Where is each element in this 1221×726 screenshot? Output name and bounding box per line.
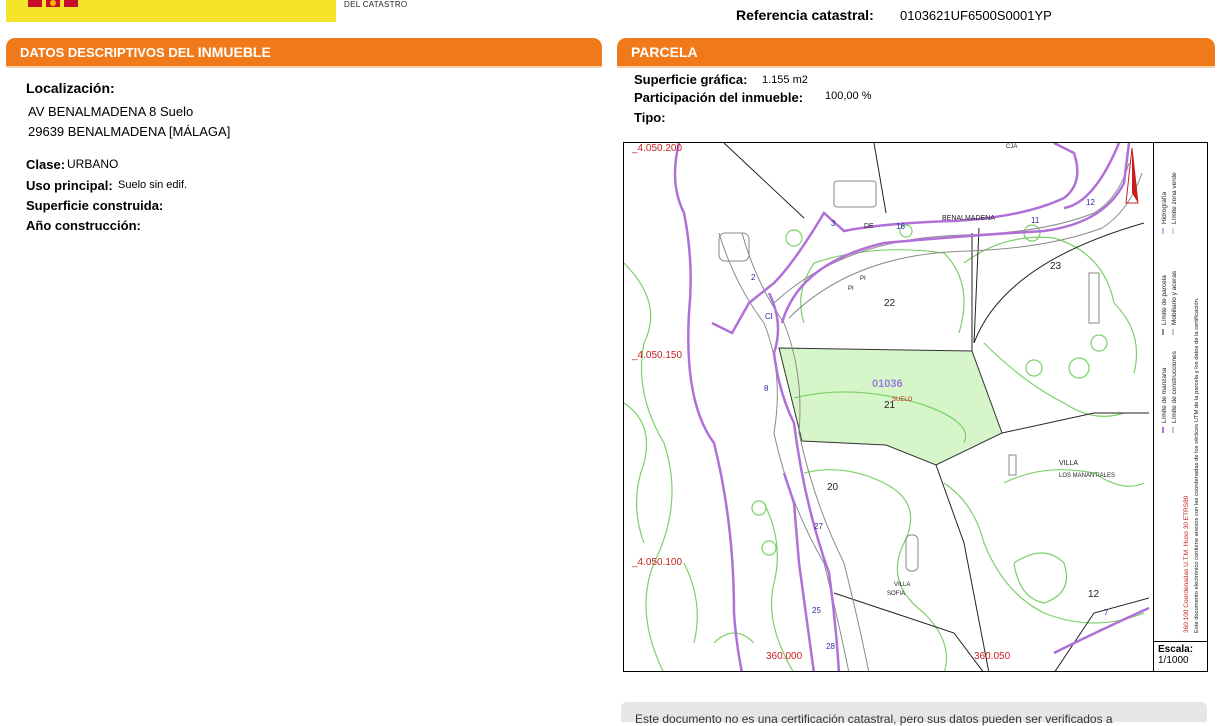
num-8: 8 (764, 384, 769, 393)
inmueble-divider (6, 66, 602, 68)
localizacion-label: Localización: (26, 80, 115, 96)
inmueble-title-prefix: DATOS DESCRIPTIVOS DEL (20, 45, 198, 60)
num-2: 2 (751, 273, 756, 282)
pi-label-2: PI (848, 286, 854, 292)
num-cl: Cl (765, 312, 773, 321)
coord-x1: 360.000 (766, 651, 803, 662)
green-zone-lines (624, 224, 1145, 671)
legend-parcela: Límite de parcela (1161, 275, 1168, 325)
legend-manzana: Límite de manzana (1161, 367, 1168, 423)
legend-construcciones: Límite de construcciones (1171, 350, 1178, 423)
parcela-title: PARCELA (631, 44, 698, 60)
villa-name: LOS MANANTIALES (1059, 473, 1115, 479)
certification-text: Este documento no es una certificación c… (635, 712, 1113, 726)
plot-12: 12 (1088, 589, 1100, 600)
legend-doc-note: Este documento electrónico contiene anex… (1194, 297, 1200, 633)
num-27: 27 (814, 522, 823, 531)
pi-label-1: PI (860, 276, 866, 282)
legend-hidrografia: Hidrografía (1161, 191, 1168, 224)
street-de: DE (864, 223, 874, 230)
num-28: 28 (826, 642, 835, 651)
superficie-grafica-value: 1.155 m2 (762, 74, 808, 86)
inmueble-section-header: DATOS DESCRIPTIVOS DEL INMUEBLE (6, 38, 602, 66)
map-scale: Escala: 1/1000 (1153, 641, 1207, 671)
tipo-label: Tipo: (634, 110, 666, 125)
scale-label: Escala: (1158, 644, 1194, 655)
num-11: 11 (1031, 216, 1040, 225)
num-7: 7 (1104, 608, 1109, 617)
villa-label: VILLA (1059, 460, 1078, 467)
num-3: 3 (831, 219, 836, 228)
legend-coord-note: 360.100 Coordenadas U.T.M. Huso 30 ETRS8… (1183, 495, 1190, 633)
clase-label: Clase: (26, 157, 66, 172)
cadastral-map[interactable]: _4.050.200 _4.050.150 _4.050.100 360.000… (623, 142, 1208, 672)
uso-principal-value: Suelo sin edif. (118, 179, 188, 191)
coat-of-arms-icon (28, 0, 78, 7)
coord-y3: _4.050.100 (631, 557, 682, 568)
legend-mobiliario: Mobiliario y aceras (1171, 270, 1178, 325)
villa2-name: SOFIA (887, 591, 905, 597)
plot-22: 22 (884, 298, 896, 309)
num-16: 16 (896, 222, 905, 231)
superficie-grafica-label: Superficie gráfica: (634, 72, 748, 87)
ref-catastral-label: Referencia catastral: (736, 7, 874, 23)
address-line-2: 29639 BENALMADENA [MÁLAGA] (28, 124, 231, 139)
inmueble-title-strong: INMUEBLE (197, 44, 271, 60)
parcel-ref-label: 01036 (872, 378, 903, 390)
uso-principal-label: Uso principal: (26, 178, 113, 193)
parcela-section-header: PARCELA (617, 38, 1215, 66)
plot-20: 20 (827, 482, 839, 493)
coord-y2: _4.050.150 (631, 350, 682, 361)
scale-value: 1/1000 (1158, 655, 1189, 666)
plot-23: 23 (1050, 261, 1062, 272)
participacion-label: Participación del inmueble: (634, 90, 804, 105)
anio-construccion-label: Año construcción: (26, 218, 141, 233)
coord-x2: 360.050 (974, 651, 1011, 662)
spanish-government-logo (6, 0, 336, 22)
street-top: CJA (1006, 144, 1017, 150)
ref-catastral-value: 0103621UF6500S0001YP (900, 8, 1052, 23)
villa2-label: VILLA (894, 582, 910, 588)
address-line-1: AV BENALMADENA 8 Suelo (28, 104, 194, 119)
catastro-label: DEL CATASTRO (344, 0, 408, 9)
clase-value: URBANO (67, 157, 119, 171)
legend-drawing: Límite de manzana Límite de parcela Hidr… (1161, 172, 1200, 633)
map-drawing: _4.050.200 _4.050.150 _4.050.100 360.000… (624, 143, 1150, 671)
superficie-construida-label: Superficie construida: (26, 198, 164, 213)
num-25: 25 (812, 606, 821, 615)
coord-y1: _4.050.200 (631, 143, 682, 154)
num-12: 12 (1086, 198, 1095, 207)
certification-notice: Este documento no es una certificación c… (621, 702, 1207, 726)
plot-21: 21 (884, 400, 896, 411)
legend-zona-verde: Límite zona verde (1171, 172, 1178, 224)
participacion-value: 100,00 % (825, 90, 872, 102)
map-legend: Límite de manzana Límite de parcela Hidr… (1153, 143, 1207, 641)
parcela-divider (617, 66, 1215, 68)
street-benalmadena: BENALMADENA (942, 215, 995, 222)
